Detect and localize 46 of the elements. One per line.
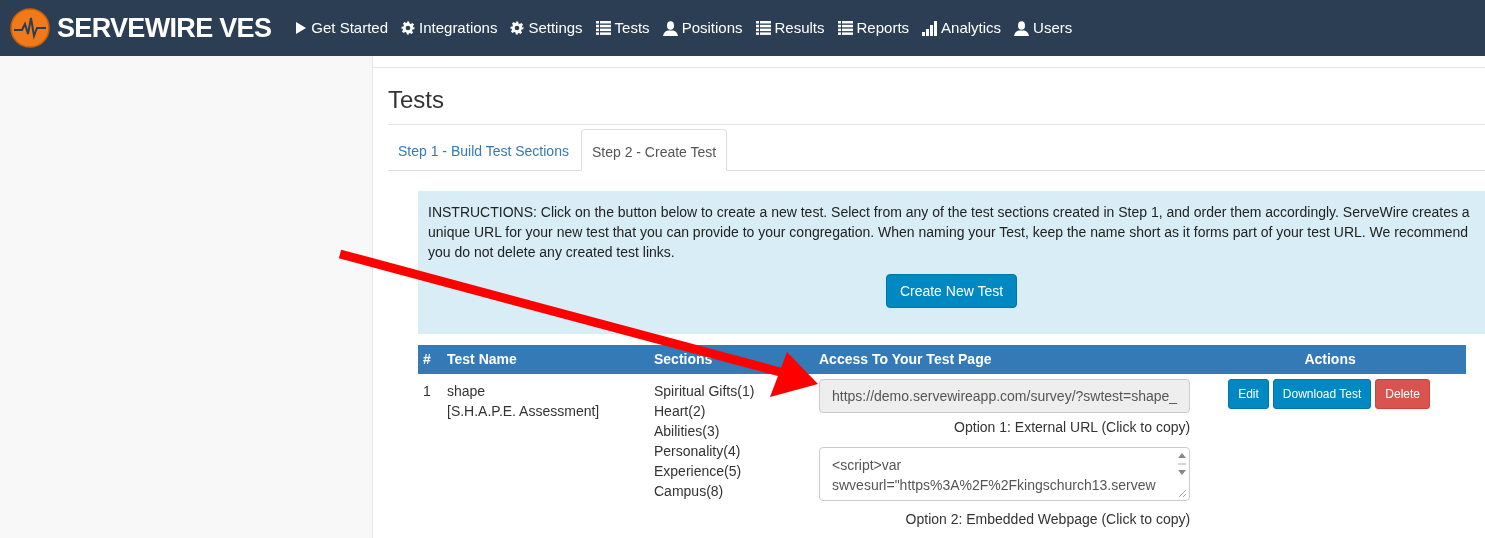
brand-name[interactable]: SERVEWIRE VES xyxy=(57,7,272,49)
play-icon xyxy=(295,21,308,35)
action-button[interactable]: Edit xyxy=(1228,379,1269,409)
column-header: Actions xyxy=(1194,345,1466,374)
section-item: Spiritual Gifts(1) xyxy=(654,382,756,401)
url-field[interactable]: https://demo.servewireapp.com/survey/?swtest=shape_ xyxy=(819,379,1191,413)
list-icon xyxy=(755,21,771,35)
table-cell: 1 xyxy=(418,374,444,530)
action-button[interactable]: Download Test xyxy=(1272,379,1372,409)
instructions-text: INSTRUCTIONS: Click on the button below to create a new test. Select from any of the test sections created in Step 1, and order them accordingly. ServeWire creates a unique URL for your new test that you can provide to your congregation. When naming your Test, keep the name short as it forms part of your test URL. We recommend you do not delete any created test links. xyxy=(428,203,1471,262)
gear-icon xyxy=(401,21,415,35)
action-button[interactable]: Delete xyxy=(1375,379,1430,409)
nav-link[interactable]: Analytics xyxy=(922,16,1002,40)
tab[interactable]: Step 2 - Create Test xyxy=(580,129,728,171)
section-item: Abilities(3) xyxy=(654,422,721,441)
create-test-button[interactable]: Create New Test xyxy=(885,274,1018,308)
user-icon xyxy=(662,20,678,36)
nav-link[interactable]: Integrations xyxy=(401,16,498,40)
nav-link[interactable]: Settings xyxy=(510,16,583,40)
nav-link[interactable]: Users xyxy=(1014,16,1073,40)
url-caption: Option 1: External URL (Click to copy) xyxy=(953,418,1191,437)
gear-icon xyxy=(510,21,525,35)
tab[interactable]: Step 1 - Build Test Sections xyxy=(388,129,579,170)
section-item: Personality(4) xyxy=(654,442,742,461)
section-item: Campus(8) xyxy=(654,482,725,501)
test-name: shape xyxy=(447,382,487,401)
column-header: Test Name xyxy=(444,345,650,374)
section-item: Heart(2) xyxy=(654,402,707,421)
column-header: Access To Your Test Page xyxy=(815,345,1195,374)
list-icon xyxy=(595,21,611,35)
nav-link[interactable]: Tests xyxy=(595,16,650,40)
logo-icon xyxy=(10,8,50,48)
bar-chart-icon xyxy=(922,20,938,36)
list-icon xyxy=(837,21,853,35)
nav-link[interactable]: Get Started xyxy=(295,16,388,40)
user-icon xyxy=(1014,20,1030,36)
nav-link[interactable]: Results xyxy=(755,16,825,40)
column-header: # xyxy=(418,345,444,374)
column-header: Sections xyxy=(650,345,815,374)
nav-link[interactable]: Reports xyxy=(837,16,910,40)
embed-code-field[interactable]: <script>var swvesurl="https%3A%2F%2Fkingschurch13.servew xyxy=(819,447,1191,501)
test-full-name: [S.H.A.P.E. Assessment] xyxy=(447,402,601,421)
section-item: Experience(5) xyxy=(654,462,743,481)
page-title: Tests xyxy=(388,82,1485,125)
nav-link[interactable]: Positions xyxy=(662,16,743,40)
embed-caption: Option 2: Embedded Webpage (Click to copy) xyxy=(904,510,1191,529)
